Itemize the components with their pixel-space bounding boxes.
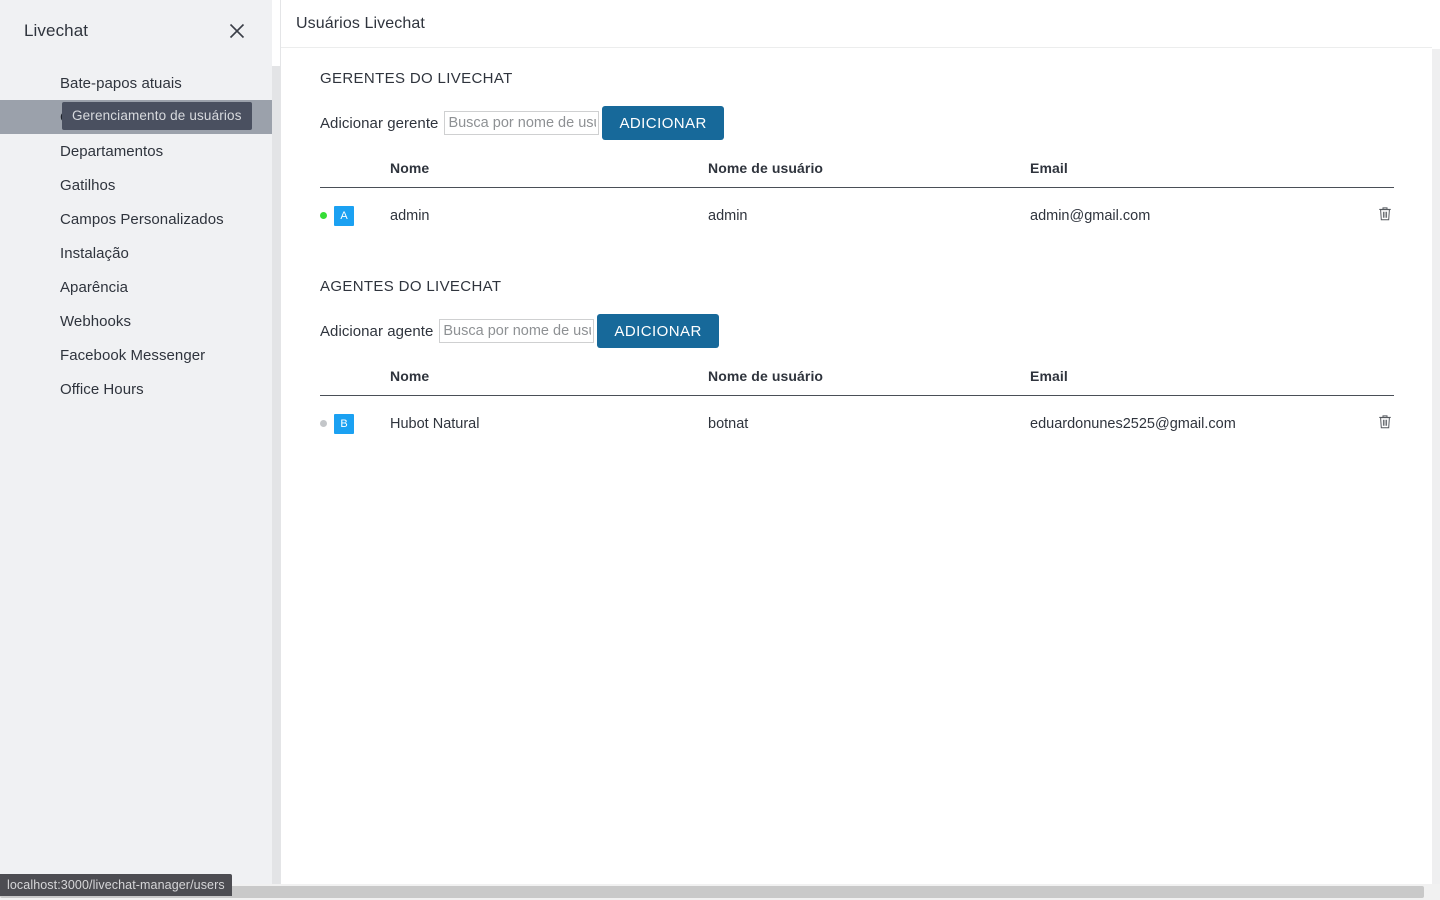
section-title: GERENTES DO LIVECHAT: [320, 70, 513, 87]
column-header-actions: [1346, 160, 1394, 188]
table-row[interactable]: B Hubot Natural botnat eduardonunes2525@gma…: [320, 396, 1394, 451]
sidebar-item-label: Facebook Messenger: [60, 346, 206, 364]
cell-email: eduardonunes2525@gmail.com: [1030, 415, 1236, 432]
section-0: GERENTES DO LIVECHAT Adicionar gerente ADI…: [320, 70, 1432, 242]
add-user-row: Adicionar gerente ADICIONAR: [320, 106, 1432, 140]
sidebar-item-2[interactable]: Departamentos: [0, 134, 272, 168]
sidebar-item-label: Instalação: [60, 244, 129, 262]
add-user-button[interactable]: ADICIONAR: [602, 106, 724, 140]
sidebar-item-4[interactable]: Campos Personalizados: [0, 202, 272, 236]
sidebar-item-label: Webhooks: [60, 312, 131, 330]
main-body: GERENTES DO LIVECHAT Adicionar gerente ADI…: [281, 48, 1432, 450]
column-header: Nome de usuário: [708, 368, 1030, 396]
section-1: AGENTES DO LIVECHAT Adicionar agente ADICI…: [320, 278, 1432, 450]
cell-email: admin@gmail.com: [1030, 207, 1151, 224]
sidebar-item-3[interactable]: Gatilhos: [0, 168, 272, 202]
cell-username: botnat: [708, 415, 749, 432]
add-user-button[interactable]: ADICIONAR: [597, 314, 719, 348]
sidebar-item-label: Bate-papos atuais: [60, 74, 182, 92]
sidebar-item-label: Gerenciamento de usuários: [60, 108, 246, 126]
column-header-actions: [1346, 368, 1394, 396]
cell-username: admin: [708, 207, 748, 224]
column-header: Email: [1030, 160, 1346, 188]
add-user-row: Adicionar agente ADICIONAR: [320, 314, 1432, 348]
status-bar-url: localhost:3000/livechat-manager/users: [7, 878, 225, 892]
column-header: Nome: [390, 160, 708, 188]
sidebar-item-6[interactable]: Aparência: [0, 270, 272, 304]
add-user-label: Adicionar gerente: [320, 114, 439, 132]
trash-icon[interactable]: [1376, 205, 1394, 223]
column-header-avatar: [320, 160, 390, 188]
main-header: Usuários Livechat: [281, 0, 1432, 48]
status-dot-offline: [320, 420, 327, 427]
sidebar-item-9[interactable]: Office Hours: [0, 372, 272, 406]
sidebar-header: Livechat: [0, 0, 272, 62]
trash-icon[interactable]: [1376, 413, 1394, 431]
table-header-row: Nome Nome de usuário Email: [320, 160, 1394, 188]
cell-actions: [1346, 188, 1394, 243]
table-header-row: Nome Nome de usuário Email: [320, 368, 1394, 396]
avatar-cell: A: [320, 188, 390, 243]
status-bar: localhost:3000/livechat-manager/users: [0, 874, 232, 896]
livechat-sidebar: Livechat Bate-papos atuais Gerenciamento …: [0, 0, 272, 884]
sidebar-item-label: Aparência: [60, 278, 128, 296]
close-icon[interactable]: [224, 18, 250, 44]
status-dot-online: [320, 212, 327, 219]
main-vertical-scrollbar[interactable]: [1432, 49, 1440, 884]
cell-name: admin: [390, 207, 430, 224]
users-table: Nome Nome de usuário Email B Hubot Natural bo…: [320, 368, 1394, 450]
avatar-cell: B: [320, 396, 390, 451]
section-title: AGENTES DO LIVECHAT: [320, 278, 502, 295]
sidebar-item-label: Departamentos: [60, 142, 164, 160]
column-header: Nome: [390, 368, 708, 396]
sidebar-item-label: Gatilhos: [60, 176, 116, 194]
sidebar-item-7[interactable]: Webhooks: [0, 304, 272, 338]
user-search-input[interactable]: [444, 111, 600, 135]
sidebar-item-1[interactable]: Gerenciamento de usuários: [0, 100, 272, 134]
column-header: Nome de usuário: [708, 160, 1030, 188]
page-title: Usuários Livechat: [296, 14, 425, 32]
main-panel: Usuários Livechat GERENTES DO LIVECHAT Ad…: [281, 0, 1432, 884]
sidebar-scrollbar[interactable]: [272, 66, 280, 884]
avatar: A: [334, 205, 354, 226]
column-header-avatar: [320, 368, 390, 396]
sidebar-item-0[interactable]: Bate-papos atuais: [0, 66, 272, 100]
table-row[interactable]: Aadmin admin admin@gmail.com: [320, 188, 1394, 243]
sidebar-item-8[interactable]: Facebook Messenger: [0, 338, 272, 372]
sidebar-item-label: Campos Personalizados: [60, 210, 224, 228]
sidebar-item-label: Office Hours: [60, 380, 144, 398]
cell-name: Hubot Natural: [390, 415, 480, 432]
user-search-input[interactable]: [439, 319, 595, 343]
avatar: B: [334, 413, 354, 434]
sidebar-item-5[interactable]: Instalação: [0, 236, 272, 270]
app-root: Livechat Bate-papos atuais Gerenciamento …: [0, 0, 1440, 900]
users-table: Nome Nome de usuário Email Aadmin admin admin…: [320, 160, 1394, 242]
column-header: Email: [1030, 368, 1346, 396]
cell-actions: [1346, 396, 1394, 451]
sidebar-nav: Bate-papos atuais Gerenciamento de usuári…: [0, 66, 272, 406]
add-user-label: Adicionar agente: [320, 322, 434, 340]
sidebar-title: Livechat: [24, 21, 89, 40]
